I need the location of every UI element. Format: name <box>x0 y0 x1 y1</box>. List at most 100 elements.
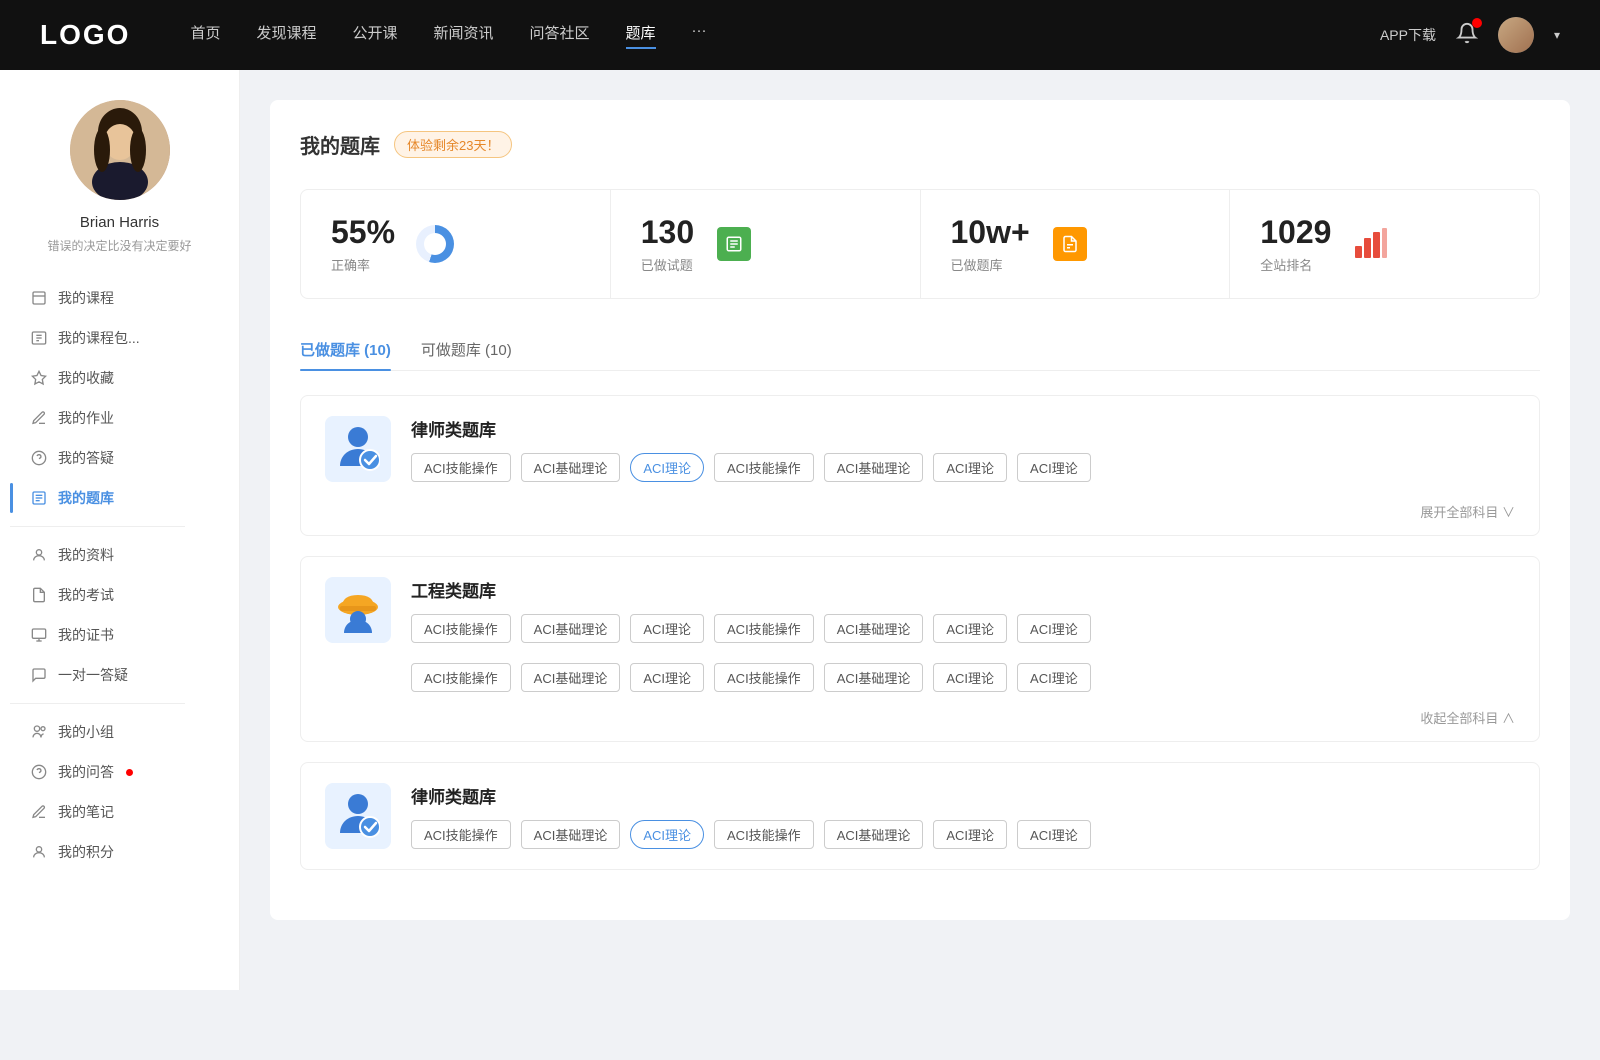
sidebar-item-favorites[interactable]: 我的收藏 <box>10 358 229 398</box>
nav-open-course[interactable]: 公开课 <box>352 22 397 49</box>
bank-header-3: 律师类题库 ACI技能操作 ACI基础理论 ACI理论 ACI技能操作 ACI基… <box>301 763 1539 869</box>
user-dropdown-arrow[interactable]: ▾ <box>1554 28 1560 42</box>
sidebar-qa-label: 我的答疑 <box>58 448 114 468</box>
exam-icon <box>1053 227 1087 261</box>
engineer-icon-svg <box>336 585 380 635</box>
sidebar-item-courses[interactable]: 我的课程 <box>10 278 229 318</box>
tab-available-banks[interactable]: 可做题库 (10) <box>421 329 512 370</box>
nav-home[interactable]: 首页 <box>190 22 220 49</box>
pie-chart-icon <box>416 225 454 263</box>
bank2-r2-tag-1[interactable]: ACI基础理论 <box>521 663 621 692</box>
bank1-tag-5[interactable]: ACI理论 <box>933 453 1007 482</box>
logo: LOGO <box>40 19 130 51</box>
bank-section-lawyer-1: 律师类题库 ACI技能操作 ACI基础理论 ACI理论 ACI技能操作 ACI基… <box>300 395 1540 536</box>
bank3-tag-3[interactable]: ACI技能操作 <box>714 820 814 849</box>
sidebar-item-my-questions[interactable]: 我的问答 <box>10 752 229 792</box>
bank-info-3: 律师类题库 ACI技能操作 ACI基础理论 ACI理论 ACI技能操作 ACI基… <box>411 783 1091 849</box>
page-header: 我的题库 体验剩余23天！ <box>300 130 1540 159</box>
bank2-r1-tag-5[interactable]: ACI理论 <box>933 614 1007 643</box>
stat-banks-number: 10w+ <box>951 214 1030 251</box>
sidebar-item-one-to-one[interactable]: 一对一答疑 <box>10 655 229 695</box>
bank2-r2-tag-2[interactable]: ACI理论 <box>630 663 704 692</box>
nav-menu: 首页 发现课程 公开课 新闻资讯 问答社区 题库 ··· <box>190 22 1380 49</box>
sidebar-motto: 错误的决定比没有决定要好 <box>27 237 211 254</box>
sidebar-favorites-label: 我的收藏 <box>58 368 114 388</box>
bank3-tag-5[interactable]: ACI理论 <box>933 820 1007 849</box>
bank-icon-engineer <box>325 577 391 643</box>
done-questions-icon <box>714 224 754 264</box>
nav-more[interactable]: ··· <box>692 22 707 49</box>
my-questions-icon <box>30 763 48 781</box>
stat-banks-label: 已做题库 <box>951 255 1030 274</box>
bank3-tag-6[interactable]: ACI理论 <box>1017 820 1091 849</box>
bank2-r2-tag-5[interactable]: ACI理论 <box>933 663 1007 692</box>
sidebar-courses-label: 我的课程 <box>58 288 114 308</box>
sidebar: Brian Harris 错误的决定比没有决定要好 我的课程 我的课程包... … <box>0 70 240 990</box>
bank3-tag-2[interactable]: ACI理论 <box>630 820 704 849</box>
sidebar-item-qa[interactable]: 我的答疑 <box>10 438 229 478</box>
bank1-tag-4[interactable]: ACI基础理论 <box>824 453 924 482</box>
bank1-tag-0[interactable]: ACI技能操作 <box>411 453 511 482</box>
bank1-tag-1[interactable]: ACI基础理论 <box>521 453 621 482</box>
navbar: LOGO 首页 发现课程 公开课 新闻资讯 问答社区 题库 ··· APP下载 … <box>0 0 1600 70</box>
nav-news[interactable]: 新闻资讯 <box>434 22 494 49</box>
accuracy-icon <box>415 224 455 264</box>
bank1-tag-6[interactable]: ACI理论 <box>1017 453 1091 482</box>
bank1-expand[interactable]: 展开全部科目 ∨ <box>301 502 1539 535</box>
bank3-tag-0[interactable]: ACI技能操作 <box>411 820 511 849</box>
navbar-right: APP下载 ▾ <box>1380 17 1560 53</box>
sidebar-item-homework[interactable]: 我的作业 <box>10 398 229 438</box>
bank2-r1-tag-0[interactable]: ACI技能操作 <box>411 614 511 643</box>
sidebar-item-notes[interactable]: 我的笔记 <box>10 792 229 832</box>
bank3-tag-1[interactable]: ACI基础理论 <box>521 820 621 849</box>
bank2-r1-tag-4[interactable]: ACI基础理论 <box>824 614 924 643</box>
bank-tags-2-row2: ACI技能操作 ACI基础理论 ACI理论 ACI技能操作 ACI基础理论 AC… <box>301 663 1539 708</box>
packages-icon <box>30 329 48 347</box>
tab-done-banks[interactable]: 已做题库 (10) <box>300 329 391 370</box>
sidebar-item-certificate[interactable]: 我的证书 <box>10 615 229 655</box>
stat-banks-text: 10w+ 已做题库 <box>951 214 1030 274</box>
sidebar-my-questions-label: 我的问答 <box>58 762 114 782</box>
sidebar-item-profile[interactable]: 我的资料 <box>10 535 229 575</box>
bank2-r2-tag-4[interactable]: ACI基础理论 <box>824 663 924 692</box>
stat-done-questions: 130 已做试题 <box>611 190 921 298</box>
exams-icon <box>30 586 48 604</box>
sidebar-item-packages[interactable]: 我的课程包... <box>10 318 229 358</box>
bank2-r2-tag-6[interactable]: ACI理论 <box>1017 663 1091 692</box>
bank3-tag-4[interactable]: ACI基础理论 <box>824 820 924 849</box>
bank2-collapse[interactable]: 收起全部科目 ∧ <box>301 708 1539 741</box>
bank2-r1-tag-3[interactable]: ACI技能操作 <box>714 614 814 643</box>
sidebar-item-groups[interactable]: 我的小组 <box>10 712 229 752</box>
bank1-tag-2[interactable]: ACI理论 <box>630 453 704 482</box>
nav-qa[interactable]: 问答社区 <box>530 22 590 49</box>
note-icon <box>717 227 751 261</box>
stat-ranking-text: 1029 全站排名 <box>1260 214 1331 274</box>
user-avatar[interactable] <box>1498 17 1534 53</box>
sidebar-item-exams[interactable]: 我的考试 <box>10 575 229 615</box>
nav-question-bank[interactable]: 题库 <box>626 22 656 49</box>
favorites-icon <box>30 369 48 387</box>
notification-badge <box>1472 18 1482 28</box>
bank-section-engineer: 工程类题库 ACI技能操作 ACI基础理论 ACI理论 ACI技能操作 ACI基… <box>300 556 1540 742</box>
bank2-r2-tag-0[interactable]: ACI技能操作 <box>411 663 511 692</box>
sidebar-packages-label: 我的课程包... <box>58 328 140 348</box>
bank2-r1-tag-1[interactable]: ACI基础理论 <box>521 614 621 643</box>
sidebar-item-question-bank[interactable]: 我的题库 <box>10 478 229 518</box>
app-download-link[interactable]: APP下载 <box>1380 25 1436 45</box>
bank2-r1-tag-2[interactable]: ACI理论 <box>630 614 704 643</box>
page-title: 我的题库 <box>300 130 380 159</box>
bank2-r1-tag-6[interactable]: ACI理论 <box>1017 614 1091 643</box>
sidebar-avatar <box>70 100 170 200</box>
bank-header-2: 工程类题库 ACI技能操作 ACI基础理论 ACI理论 ACI技能操作 ACI基… <box>301 557 1539 663</box>
stat-ranking-label: 全站排名 <box>1260 255 1331 274</box>
sidebar-item-points[interactable]: 我的积分 <box>10 832 229 872</box>
ranking-icon <box>1351 224 1391 264</box>
stat-ranking-number: 1029 <box>1260 214 1331 251</box>
bank2-r2-tag-3[interactable]: ACI技能操作 <box>714 663 814 692</box>
lawyer-icon-svg <box>336 424 380 474</box>
notification-bell[interactable] <box>1456 22 1478 49</box>
nav-discover[interactable]: 发现课程 <box>256 22 316 49</box>
sidebar-exams-label: 我的考试 <box>58 585 114 605</box>
bank1-tag-3[interactable]: ACI技能操作 <box>714 453 814 482</box>
sidebar-divider-1 <box>10 526 185 527</box>
